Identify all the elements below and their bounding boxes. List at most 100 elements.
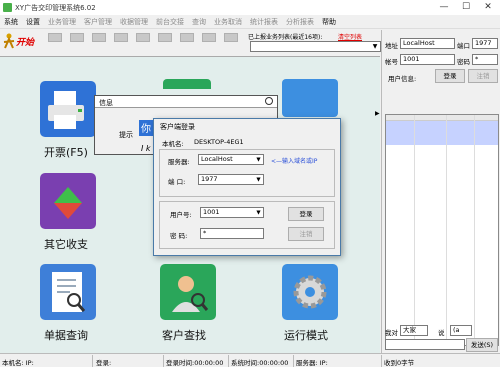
- toolbar-icon-8[interactable]: [202, 33, 216, 42]
- chat-say-select[interactable]: (a: [450, 325, 472, 336]
- column-divider: [474, 115, 475, 345]
- toolbar-icon-3[interactable]: [92, 33, 106, 42]
- app-icon: [3, 3, 12, 12]
- toolbar-icon-2[interactable]: [70, 33, 84, 42]
- menu-receipt[interactable]: 收据管理: [120, 17, 148, 27]
- server-hint: <—输入域名或IP: [271, 158, 318, 165]
- table-row-selected[interactable]: [386, 121, 498, 129]
- info-dialog-caption: 信息: [95, 96, 277, 108]
- module-issue-label: 开票(F5): [44, 146, 88, 159]
- person-icon: [3, 33, 15, 49]
- machine-name: DESKTOP-4EG1: [194, 138, 244, 146]
- panel-login-button[interactable]: 登录: [435, 69, 465, 83]
- menu-help[interactable]: 帮助: [322, 17, 336, 27]
- toolbar-icon-4[interactable]: [114, 33, 128, 42]
- module-receipt[interactable]: 单据查询: [40, 264, 110, 342]
- table-row-selected[interactable]: [386, 137, 498, 145]
- send-button[interactable]: 发送(S): [466, 338, 498, 352]
- toolbar-icon-7[interactable]: [180, 33, 194, 42]
- chevron-down-icon: ▼: [256, 210, 261, 216]
- window-title: XY广告交印管理系统6.02: [15, 4, 96, 12]
- module-other[interactable]: 其它收支: [40, 173, 110, 251]
- toolbar-icon-9[interactable]: [224, 33, 238, 42]
- status-login: 登录:: [96, 359, 112, 367]
- status-divider: [381, 355, 382, 367]
- menu-stats[interactable]: 统计报表: [250, 17, 278, 27]
- login-button[interactable]: 登录: [288, 207, 324, 221]
- status-divider: [293, 355, 294, 367]
- menu-query[interactable]: 查询: [192, 17, 206, 27]
- maximize-button[interactable]: ☐: [456, 1, 476, 14]
- start-button[interactable]: 开始: [3, 33, 43, 49]
- status-divider: [92, 355, 93, 367]
- toolbar-icon-1[interactable]: [48, 33, 62, 42]
- start-label: 开始: [16, 38, 35, 48]
- user-list-table[interactable]: [385, 114, 499, 346]
- status-divider: [228, 355, 229, 367]
- reported-list-label: 已上报业务列表(最近16项):: [248, 34, 323, 41]
- status-divider: [163, 355, 164, 367]
- chevron-down-icon: ▼: [256, 177, 261, 183]
- password-input[interactable]: *: [472, 54, 498, 65]
- panel-logout-button[interactable]: 注销: [468, 69, 498, 83]
- menu-cancel[interactable]: 业务取消: [214, 17, 242, 27]
- clear-list-link[interactable]: 清空列表: [338, 32, 362, 41]
- table-row-selected[interactable]: [386, 129, 498, 137]
- column-divider: [446, 115, 447, 345]
- info-close-icon[interactable]: [265, 97, 273, 105]
- menu-analysis[interactable]: 分析报表: [286, 17, 314, 27]
- user-label: 用户号:: [170, 211, 192, 219]
- status-bar: 本机名: IP: 登录: 登录时间:00:00:00 系统时间:00:00:00…: [0, 353, 500, 367]
- chat-message-input[interactable]: [385, 339, 465, 350]
- server-select[interactable]: LocalHost ▼: [198, 154, 264, 165]
- password-label: 密 码:: [170, 232, 188, 240]
- menu-business[interactable]: 业务管理: [48, 17, 76, 27]
- toolbar-icon-6[interactable]: [158, 33, 172, 42]
- port-label: 端 口:: [168, 178, 186, 186]
- module-card-icon[interactable]: [282, 79, 338, 117]
- machine-label: 本机名:: [162, 140, 184, 148]
- status-login-time: 登录时间:00:00:00: [166, 359, 224, 367]
- module-hidden-top: [163, 79, 211, 89]
- info-line: I k: [141, 144, 151, 153]
- info-heading: 你: [139, 120, 153, 136]
- status-system-time: 系统时间:00:00:00: [231, 359, 289, 367]
- transfer-icon: [40, 173, 96, 229]
- reported-list-select[interactable]: ▼: [250, 41, 381, 52]
- port-select[interactable]: 1977 ▼: [198, 174, 264, 185]
- info-dialog-title: 信息: [99, 99, 113, 107]
- minimize-button[interactable]: —: [434, 1, 454, 14]
- menu-settings[interactable]: 设置: [26, 17, 40, 27]
- password-label: 密码: [457, 58, 470, 66]
- toolbar-icon-5[interactable]: [136, 33, 150, 42]
- login-dialog-title: 客户端登录: [160, 123, 195, 131]
- title-bar: XY广告交印管理系统6.02 — ☐ ✕: [0, 0, 500, 15]
- menu-customer[interactable]: 客户管理: [84, 17, 112, 27]
- module-customer[interactable]: 客户查找: [160, 264, 230, 342]
- collapse-arrow-icon[interactable]: ▶: [375, 110, 381, 120]
- document-search-icon: [40, 264, 96, 320]
- gear-icon: [282, 264, 338, 320]
- module-other-label: 其它收支: [44, 238, 88, 251]
- logout-button[interactable]: 注销: [288, 227, 324, 241]
- password-input[interactable]: *: [200, 228, 264, 239]
- menu-frontdesk[interactable]: 前台交接: [156, 17, 184, 27]
- chat-to-label: 我对: [385, 329, 398, 337]
- module-mode[interactable]: 运行模式: [282, 264, 352, 342]
- account-input[interactable]: 1001: [400, 54, 455, 65]
- chevron-down-icon: ▼: [372, 43, 378, 50]
- chevron-down-icon: ▼: [256, 157, 261, 163]
- address-input[interactable]: LocalHost: [400, 38, 455, 49]
- menu-bar: 系统 设置 业务管理 客户管理 收据管理 前台交接 查询 业务取消 统计报表 分…: [0, 15, 500, 29]
- chat-say-label: 说: [438, 329, 445, 337]
- status-machine: 本机名: IP:: [2, 359, 34, 367]
- close-button[interactable]: ✕: [478, 1, 498, 14]
- port-input[interactable]: 1977: [472, 38, 498, 49]
- menu-system[interactable]: 系统: [4, 17, 18, 27]
- status-received: 收到0字节: [384, 359, 415, 367]
- user-id-select[interactable]: 1001 ▼: [200, 207, 264, 218]
- server-label: 服务器:: [168, 158, 190, 166]
- module-customer-label: 客户查找: [162, 329, 206, 342]
- status-service: 服务器: IP:: [296, 359, 328, 367]
- chat-to-select[interactable]: 大家: [400, 325, 428, 336]
